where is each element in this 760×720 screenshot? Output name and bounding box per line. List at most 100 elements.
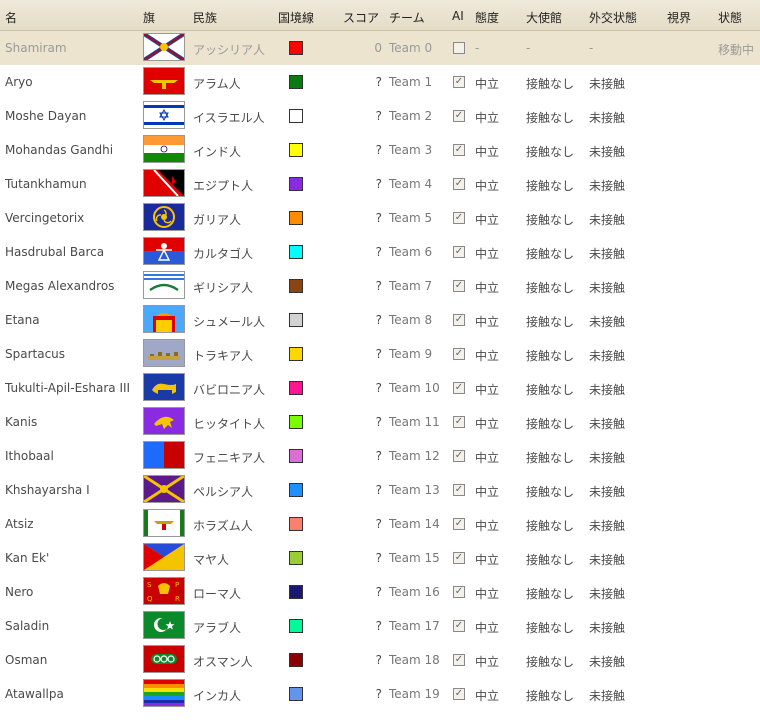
table-row[interactable]: Nero S P Q R ローマ人 ? Team 16 ✓ 中立 接触なし 未接触 — [0, 575, 760, 609]
table-row[interactable]: Moshe Dayan イスラエル人 ? Team 2 ✓ 中立 接触なし 未接… — [0, 99, 760, 133]
diplomatic-state-label: 未接触 — [589, 519, 626, 533]
nation-label: トラキア人 — [193, 349, 254, 363]
diplomatic-state-label: 未接触 — [589, 553, 626, 567]
team-label: Team 0 — [389, 41, 433, 55]
ai-checkbox[interactable]: ✓ — [453, 552, 465, 564]
table-row[interactable]: Shamiram アッシリア人 0 Team 0 - - - 移動中 — [0, 31, 760, 65]
table-row[interactable]: Spartacus トラキア人 ? Team 9 ✓ 中立 接触なし 未接触 — [0, 337, 760, 371]
table-row[interactable]: Saladin アラブ人 ? Team 17 ✓ 中立 接触なし 未接触 — [0, 609, 760, 643]
table-row[interactable]: Megas Alexandros ギリシア人 ? Team 7 ✓ 中立 接触な… — [0, 269, 760, 303]
score-value: ? — [375, 279, 382, 293]
col-header-flag[interactable]: 旗 — [143, 9, 155, 26]
col-header-score[interactable]: スコア — [343, 9, 379, 26]
table-row[interactable]: Ithobaal フェニキア人 ? Team 12 ✓ 中立 接触なし 未接触 — [0, 439, 760, 473]
col-header-embassy[interactable]: 大使館 — [526, 9, 562, 26]
ai-checkbox[interactable]: ✓ — [453, 518, 465, 530]
score-value: ? — [375, 143, 382, 157]
nation-label: ペルシア人 — [193, 485, 254, 499]
col-header-name[interactable]: 名 — [5, 9, 17, 26]
score-value: ? — [375, 551, 382, 565]
table-body: Shamiram アッシリア人 0 Team 0 - - - 移動中 Aryo … — [0, 31, 760, 711]
table-row[interactable]: Atawallpa インカ人 ? Team 19 ✓ 中立 接触なし 未接触 — [0, 677, 760, 711]
phoenicia-flag-icon — [143, 441, 185, 469]
table-row[interactable]: Atsiz ホラズム人 ? Team 14 ✓ 中立 接触なし 未接触 — [0, 507, 760, 541]
ai-checkbox[interactable]: ✓ — [453, 212, 465, 224]
table-row[interactable]: Hasdrubal Barca カルタゴ人 ? Team 6 ✓ 中立 接触なし… — [0, 235, 760, 269]
stance-label: 中立 — [475, 145, 500, 159]
gaul-flag-icon — [143, 203, 185, 231]
ai-checkbox[interactable]: ✓ — [453, 178, 465, 190]
embassy-label: 接触なし — [526, 145, 575, 159]
border-color-swatch — [289, 211, 303, 225]
border-color-swatch — [289, 41, 303, 55]
nation-label: アラム人 — [193, 77, 241, 91]
team-label: Team 12 — [389, 449, 440, 463]
stance-label: 中立 — [475, 315, 500, 329]
table-row[interactable]: Tutankhamun エジプト人 ? Team 4 ✓ 中立 接触なし 未接触 — [0, 167, 760, 201]
ai-checkbox[interactable]: ✓ — [453, 688, 465, 700]
team-label: Team 8 — [389, 313, 433, 327]
nation-label: カルタゴ人 — [193, 247, 254, 261]
ai-checkbox[interactable]: ✓ — [453, 348, 465, 360]
diplomatic-state-label: 未接触 — [589, 587, 626, 601]
score-value: 0 — [374, 41, 382, 55]
border-color-swatch — [289, 347, 303, 361]
embassy-label: 接触なし — [526, 417, 575, 431]
ai-checkbox[interactable] — [453, 42, 465, 54]
india-flag-icon — [143, 135, 185, 163]
embassy-label: 接触なし — [526, 77, 575, 91]
inca-flag-icon — [143, 679, 185, 707]
col-header-diplomatic[interactable]: 外交状態 — [589, 9, 637, 26]
table-row[interactable]: Vercingetorix ガリア人 ? Team 5 ✓ 中立 接触なし 未接… — [0, 201, 760, 235]
score-value: ? — [375, 653, 382, 667]
ai-checkbox[interactable]: ✓ — [453, 76, 465, 88]
players-table: 名 旗 民族 国境線 スコア チーム AI 態度 大使館 外交状態 視界 状態 … — [0, 0, 760, 711]
border-color-swatch — [289, 75, 303, 89]
table-row[interactable]: Kanis ヒッタイト人 ? Team 11 ✓ 中立 接触なし 未接触 — [0, 405, 760, 439]
ai-checkbox[interactable]: ✓ — [453, 144, 465, 156]
svg-text:S: S — [147, 581, 152, 589]
team-label: Team 11 — [389, 415, 440, 429]
table-row[interactable]: Osman オスマン人 ? Team 18 ✓ 中立 接触なし 未接触 — [0, 643, 760, 677]
ai-checkbox[interactable]: ✓ — [453, 280, 465, 292]
col-header-team[interactable]: チーム — [389, 9, 425, 26]
ai-checkbox[interactable]: ✓ — [453, 586, 465, 598]
table-row[interactable]: Tukulti-Apil-Eshara III バビロニア人 ? Team 10… — [0, 371, 760, 405]
diplomatic-state-label: 未接触 — [589, 485, 626, 499]
ai-checkbox[interactable]: ✓ — [453, 110, 465, 122]
embassy-label: 接触なし — [526, 485, 575, 499]
ai-checkbox[interactable]: ✓ — [453, 484, 465, 496]
score-value: ? — [375, 245, 382, 259]
ai-checkbox[interactable]: ✓ — [453, 246, 465, 258]
table-row[interactable]: Kan Ek' マヤ人 ? Team 15 ✓ 中立 接触なし 未接触 — [0, 541, 760, 575]
ai-checkbox[interactable]: ✓ — [453, 654, 465, 666]
col-header-border-color[interactable]: 国境線 — [278, 9, 314, 26]
table-row[interactable]: Mohandas Gandhi インド人 ? Team 3 ✓ 中立 接触なし … — [0, 133, 760, 167]
table-row[interactable]: Etana シュメール人 ? Team 8 ✓ 中立 接触なし 未接触 — [0, 303, 760, 337]
stance-label: 中立 — [475, 553, 500, 567]
player-name: Mohandas Gandhi — [5, 143, 114, 157]
col-header-ai[interactable]: AI — [452, 9, 464, 23]
player-name: Tutankhamun — [5, 177, 87, 191]
col-header-vision[interactable]: 視界 — [667, 9, 691, 26]
table-row[interactable]: Aryo アラム人 ? Team 1 ✓ 中立 接触なし 未接触 — [0, 65, 760, 99]
player-name: Hasdrubal Barca — [5, 245, 105, 259]
player-name: Saladin — [5, 619, 50, 633]
team-label: Team 6 — [389, 245, 433, 259]
table-row[interactable]: Khshayarsha I ペルシア人 ? Team 13 ✓ 中立 接触なし … — [0, 473, 760, 507]
ai-checkbox[interactable]: ✓ — [453, 416, 465, 428]
col-header-stance[interactable]: 態度 — [475, 9, 499, 26]
col-header-state[interactable]: 状態 — [718, 9, 742, 26]
ai-checkbox[interactable]: ✓ — [453, 620, 465, 632]
stance-label: 中立 — [475, 213, 500, 227]
nation-label: イスラエル人 — [193, 111, 265, 125]
stance-label: 中立 — [475, 587, 500, 601]
embassy-label: 接触なし — [526, 315, 575, 329]
border-color-swatch — [289, 687, 303, 701]
stance-label: 中立 — [475, 77, 500, 91]
team-label: Team 3 — [389, 143, 433, 157]
ai-checkbox[interactable]: ✓ — [453, 450, 465, 462]
ai-checkbox[interactable]: ✓ — [453, 382, 465, 394]
ai-checkbox[interactable]: ✓ — [453, 314, 465, 326]
col-header-nation[interactable]: 民族 — [193, 9, 217, 26]
